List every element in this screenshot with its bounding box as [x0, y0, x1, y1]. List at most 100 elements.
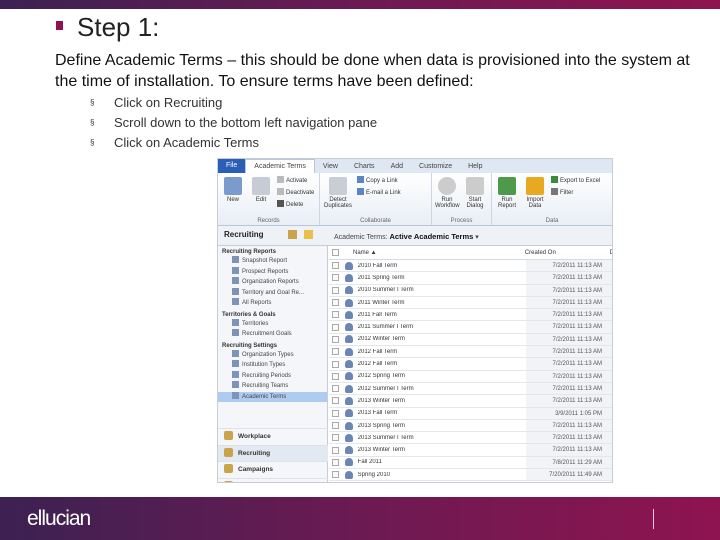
- row-checkbox[interactable]: [332, 434, 339, 442]
- nav-group-title[interactable]: Territories & Goals: [218, 309, 327, 319]
- tab-view[interactable]: View: [315, 163, 346, 170]
- term-name[interactable]: 2013 Winter Term: [358, 398, 526, 404]
- row-checkbox[interactable]: [332, 397, 339, 405]
- term-name[interactable]: 2013 Fall Term: [358, 410, 526, 416]
- run-report-button[interactable]: Run Report: [495, 175, 519, 223]
- row-checkbox[interactable]: [332, 311, 339, 319]
- term-name[interactable]: 2013 Winter Term: [358, 447, 526, 453]
- table-row[interactable]: 2011 Spring Term 7/2/2011 11:13 AM: [329, 272, 612, 285]
- term-name[interactable]: 2011 Fall Term: [358, 312, 526, 318]
- delete-button[interactable]: Delete: [277, 199, 314, 211]
- row-checkbox[interactable]: [332, 299, 339, 307]
- import-data-button[interactable]: Import Data: [523, 175, 547, 223]
- row-checkbox[interactable]: [332, 446, 339, 454]
- row-checkbox[interactable]: [332, 385, 339, 393]
- new-button[interactable]: New: [221, 175, 245, 223]
- nav-item[interactable]: Recruiting Periods: [218, 370, 327, 382]
- column-extra-header[interactable]: D: [610, 250, 612, 256]
- start-dialog-button[interactable]: Start Dialog: [463, 175, 487, 223]
- row-checkbox[interactable]: [332, 286, 339, 294]
- tab-help[interactable]: Help: [460, 163, 490, 170]
- table-row[interactable]: 2011 Winter Term 7/2/2011 11:13 AM: [329, 296, 612, 310]
- run-workflow-button[interactable]: Run Workflow: [435, 175, 460, 223]
- copy-link-button[interactable]: Copy a Link: [357, 175, 401, 187]
- column-name-header[interactable]: Name ▲: [345, 250, 525, 256]
- nav-item[interactable]: Academic Terms: [218, 391, 327, 402]
- nav-item[interactable]: Organization Types: [218, 349, 327, 361]
- table-row[interactable]: Fall 2011 7/8/2011 11:29 AM: [329, 456, 612, 470]
- nav-item[interactable]: Recruiting Teams: [218, 381, 327, 392]
- term-name[interactable]: Spring 2010: [358, 472, 526, 478]
- table-row[interactable]: 2012 Summer I Term 7/2/2011 11:13 AM: [329, 382, 612, 396]
- row-checkbox[interactable]: [332, 409, 339, 417]
- row-checkbox[interactable]: [332, 422, 339, 429]
- edit-button[interactable]: Edit: [249, 175, 273, 223]
- table-row[interactable]: 2010 Fall Term 7/2/2011 11:13 AM: [329, 260, 612, 273]
- term-name[interactable]: 2012 Fall Term: [358, 349, 526, 355]
- nav-item[interactable]: Recruitment Goals: [218, 329, 327, 340]
- term-name[interactable]: 2010 Summer I Term: [358, 287, 526, 293]
- nav-group-title[interactable]: Recruiting Reports: [218, 246, 327, 256]
- nav-item[interactable]: Organization Reports: [218, 277, 327, 288]
- term-name[interactable]: Fall 2011: [358, 459, 526, 465]
- term-name[interactable]: 2012 Spring Term: [358, 373, 526, 379]
- tab-add[interactable]: Add: [383, 163, 411, 170]
- filter-button[interactable]: Filter: [551, 187, 600, 199]
- area-item[interactable]: Workplace: [218, 428, 328, 445]
- nav-item[interactable]: Territories: [218, 318, 327, 330]
- term-name[interactable]: 2012 Summer I Term: [358, 386, 526, 392]
- tab-academic-terms[interactable]: Academic Terms: [245, 159, 315, 173]
- term-name[interactable]: 2012 Winter Term: [358, 336, 526, 342]
- row-checkbox[interactable]: [332, 360, 339, 368]
- term-name[interactable]: 2013 Summer I Term: [358, 435, 526, 441]
- tab-charts[interactable]: Charts: [346, 163, 383, 170]
- area-item[interactable]: Recruiting: [218, 444, 328, 461]
- nav-item[interactable]: Institution Types: [218, 360, 327, 371]
- nav-item[interactable]: Territory and Goal Re...: [218, 287, 327, 299]
- term-name[interactable]: 2011 Winter Term: [358, 300, 526, 306]
- select-all-checkbox[interactable]: [332, 249, 339, 256]
- table-row[interactable]: 2011 Fall Term 7/2/2011 11:13 AM: [329, 309, 612, 322]
- table-row[interactable]: 2012 Winter Term 7/2/2011 11:13 AM: [329, 333, 612, 347]
- view-selector[interactable]: Academic Terms: Active Academic Terms ▾: [334, 232, 479, 241]
- table-row[interactable]: 2012 Spring Term 7/2/2011 11:13 AM: [329, 370, 612, 383]
- table-row[interactable]: 2012 Fall Term 7/2/2011 11:13 AM: [329, 358, 612, 371]
- favorites-icon[interactable]: [304, 230, 313, 239]
- row-checkbox[interactable]: [332, 323, 339, 331]
- tab-customize[interactable]: Customize: [411, 163, 460, 170]
- table-row[interactable]: 2013 Winter Term 7/2/2011 11:13 AM: [329, 395, 612, 408]
- email-link-button[interactable]: E-mail a Link: [357, 187, 401, 199]
- table-row[interactable]: 2013 Winter Term 7/2/2011 11:13 AM: [329, 444, 612, 457]
- column-created-header[interactable]: Created On: [525, 250, 610, 256]
- term-name[interactable]: 2011 Summer I Term: [358, 324, 526, 330]
- term-name[interactable]: 2010 Fall Term: [358, 263, 526, 269]
- table-row[interactable]: 2010 Summer I Term 7/2/2011 11:13 AM: [329, 284, 612, 297]
- table-row[interactable]: 2011 Summer I Term 7/2/2011 11:13 AM: [329, 321, 612, 334]
- term-name[interactable]: 2012 Fall Term: [358, 361, 526, 367]
- row-checkbox[interactable]: [332, 262, 339, 270]
- term-name[interactable]: 2013 Spring Term: [358, 423, 526, 429]
- row-checkbox[interactable]: [332, 348, 339, 356]
- nav-item[interactable]: Prospect Reports: [218, 266, 327, 278]
- area-item[interactable]: Travel & Events: [218, 477, 328, 482]
- row-checkbox[interactable]: [332, 335, 339, 343]
- table-row[interactable]: 2012 Fall Term 7/2/2011 11:13 AM: [329, 346, 612, 359]
- area-item[interactable]: Campaigns: [218, 461, 328, 478]
- detect-duplicates-button[interactable]: Detect Duplicates: [323, 175, 353, 223]
- nav-item[interactable]: Snapshot Report: [218, 256, 327, 267]
- table-row[interactable]: 2013 Summer I Term 7/2/2011 11:13 AM: [329, 432, 612, 445]
- home-icon[interactable]: [288, 230, 297, 239]
- deactivate-button[interactable]: Deactivate: [277, 187, 314, 199]
- nav-item[interactable]: All Reports: [218, 298, 327, 309]
- row-checkbox[interactable]: [332, 458, 339, 466]
- tab-file[interactable]: File: [218, 159, 246, 173]
- row-checkbox[interactable]: [332, 274, 339, 282]
- table-row[interactable]: 2013 Fall Term 3/9/2011 1:05 PM: [329, 407, 612, 420]
- export-excel-button[interactable]: Export to Excel: [551, 175, 600, 187]
- nav-group-title[interactable]: Recruiting Settings: [218, 340, 327, 350]
- row-checkbox[interactable]: [332, 471, 339, 479]
- term-name[interactable]: 2011 Spring Term: [358, 275, 526, 281]
- table-row[interactable]: Spring 2010 7/20/2011 11:49 AM: [329, 469, 612, 482]
- activate-button[interactable]: Activate: [277, 175, 314, 187]
- table-row[interactable]: 2013 Spring Term 7/2/2011 11:13 AM: [329, 419, 612, 433]
